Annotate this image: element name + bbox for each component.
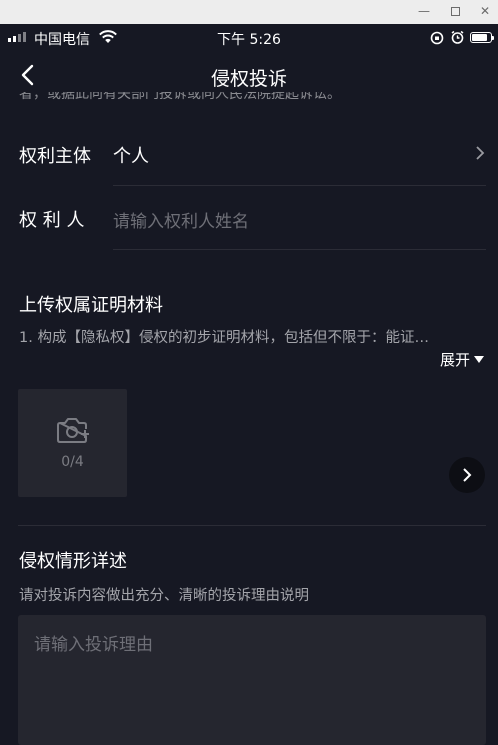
upload-photo-button[interactable]: 0/4 xyxy=(18,389,127,497)
status-bar: 中国电信 下午 5:26 xyxy=(0,24,498,52)
rights-subject-label: 权利主体 xyxy=(19,146,91,167)
chevron-right-icon xyxy=(463,468,472,482)
cut-off-notice: 者，或据此向有关部门投诉或向人民法院提起诉讼。 xyxy=(19,92,341,102)
expand-label: 展开 xyxy=(439,351,470,369)
upload-section-title: 上传权属证明材料 xyxy=(19,295,163,316)
complaint-reason-textarea[interactable]: 请输入投诉理由 xyxy=(18,615,486,745)
close-icon: ✕ xyxy=(479,4,491,18)
minimize-icon: — xyxy=(418,4,430,18)
lock-rotation-icon xyxy=(430,31,444,45)
alarm-icon xyxy=(451,30,464,44)
window-title-bar: — ✕ xyxy=(0,0,498,24)
caret-down-icon xyxy=(474,355,484,363)
upload-description: 1. 构成【隐私权】侵权的初步证明材料，包括但不限于：能证… xyxy=(19,330,429,346)
minimize-button[interactable]: — xyxy=(414,3,434,19)
details-description: 请对投诉内容做出充分、清晰的投诉理由说明 xyxy=(19,588,309,604)
rights-holder-label: 权 利 人 xyxy=(19,210,85,231)
maximize-icon xyxy=(450,6,460,16)
camera-icon xyxy=(57,418,89,443)
battery-icon xyxy=(470,32,494,43)
page-title: 侵权投诉 xyxy=(210,68,287,90)
expand-button[interactable]: 展开 xyxy=(440,349,484,370)
section-divider xyxy=(18,525,486,526)
details-section-title: 侵权情形详述 xyxy=(19,551,127,572)
close-window-button[interactable]: ✕ xyxy=(475,3,495,19)
maximize-button[interactable] xyxy=(445,3,465,19)
rights-holder-input[interactable]: 请输入权利人姓名 xyxy=(113,207,249,232)
status-time: 下午 5:26 xyxy=(217,32,281,48)
battery-level xyxy=(472,34,488,41)
next-button[interactable] xyxy=(449,457,485,493)
upload-count: 0/4 xyxy=(61,454,84,470)
chevron-right-icon xyxy=(476,146,485,160)
rights-subject-row[interactable]: 权利主体 个人 xyxy=(0,122,498,186)
divider xyxy=(113,249,486,250)
rights-subject-value: 个人 xyxy=(113,146,149,167)
rights-holder-row[interactable]: 权 利 人 请输入权利人姓名 xyxy=(0,186,498,250)
